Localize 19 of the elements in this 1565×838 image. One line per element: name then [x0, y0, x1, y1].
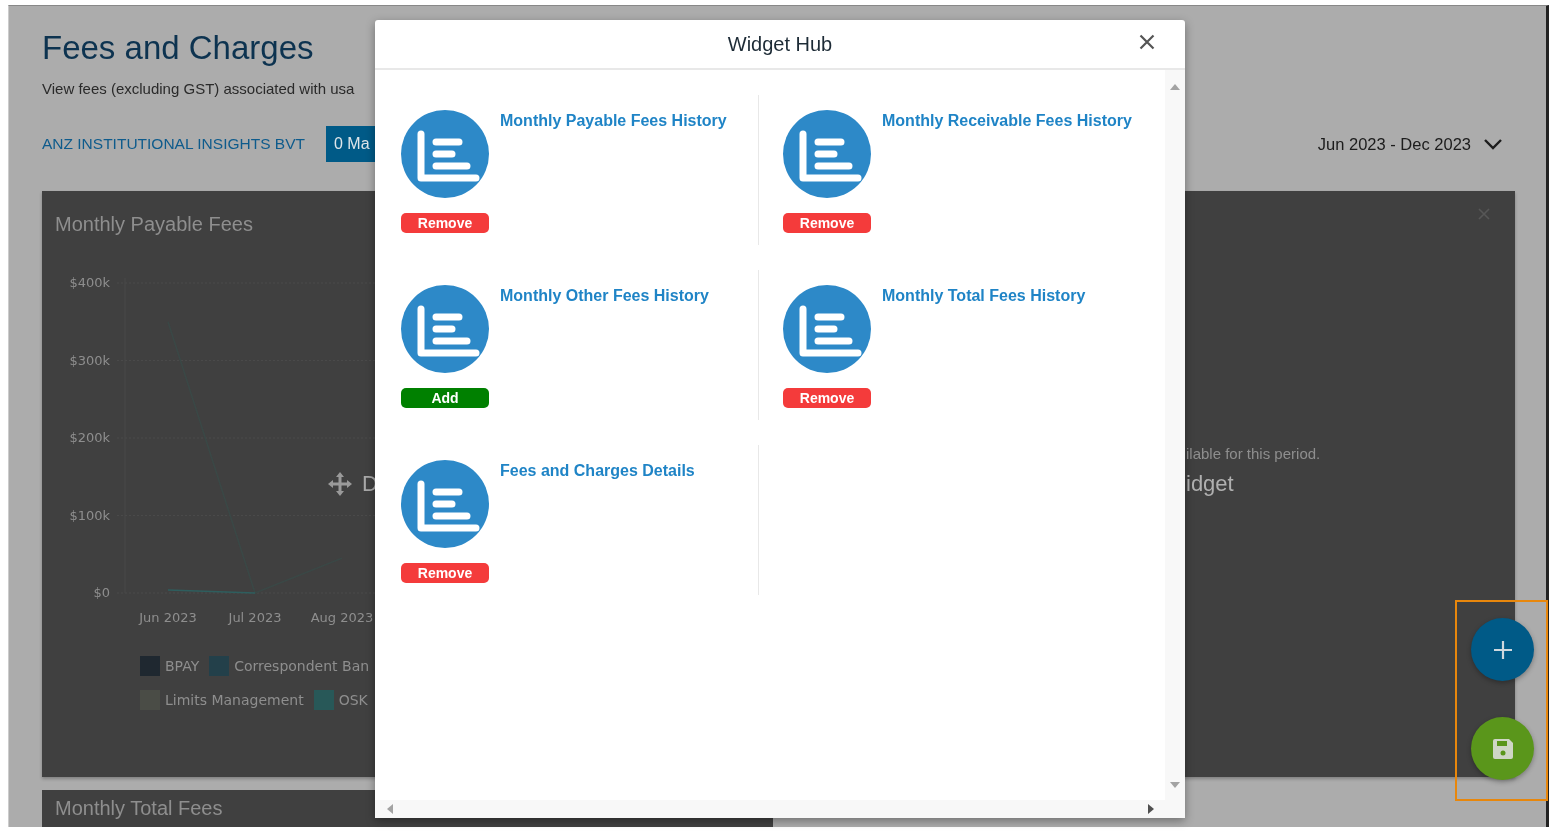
y-axis-label: $0	[93, 585, 110, 600]
dialog-title: Widget Hub	[727, 32, 833, 56]
x-axis-label: Jun 2023	[139, 610, 197, 625]
empty-message: ilable for this period.	[1186, 445, 1321, 462]
legend-label: Correspondent Ban	[234, 658, 370, 674]
legend-label: Limits Management	[165, 692, 304, 708]
page-subtitle: View fees (excluding GST) associated with usa	[42, 80, 355, 97]
legend-label: OSK	[338, 692, 368, 708]
y-axis-label: $400k	[69, 275, 110, 290]
x-axis-label: Jul 2023	[228, 610, 282, 625]
y-axis-label: $300k	[69, 352, 110, 368]
legend-label: BPAY	[165, 658, 200, 674]
y-axis-label: $100k	[69, 507, 110, 523]
widget-title: Monthly Total Fees	[55, 797, 223, 819]
widget-title: Monthly Payable Fees	[55, 213, 253, 236]
page-title: Fees and Charges	[42, 28, 314, 68]
y-axis-label: $200k	[69, 430, 110, 445]
widget-message: idget	[1186, 471, 1234, 497]
x-axis-label: Aug 2023	[310, 610, 374, 625]
